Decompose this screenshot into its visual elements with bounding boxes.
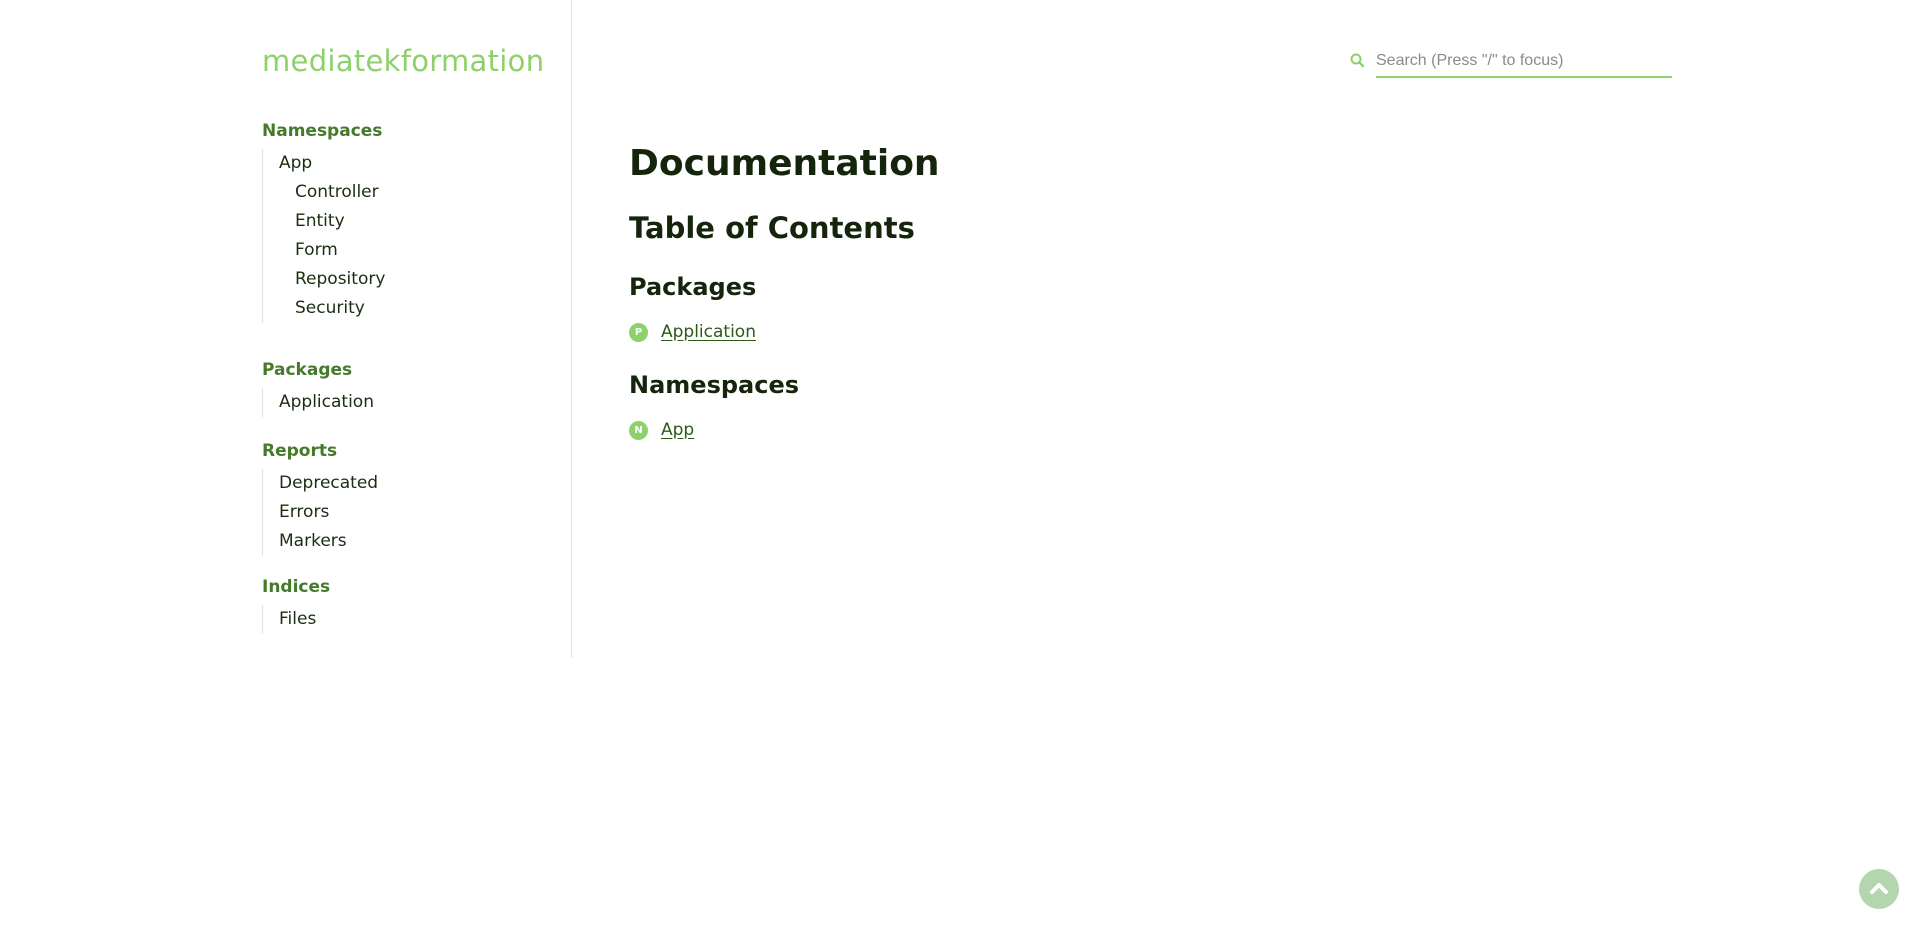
nav-item-controller[interactable]: Controller <box>279 178 562 207</box>
nav-item-errors[interactable]: Errors <box>279 498 562 527</box>
nav-group-reports: Reports Deprecated Errors Markers <box>262 441 562 556</box>
nav-group-indices: Indices Files <box>262 577 562 634</box>
search-input[interactable] <box>1376 46 1672 78</box>
package-entry: P Application <box>629 321 756 343</box>
back-to-top-button[interactable] <box>1859 869 1899 909</box>
package-list: Application <box>262 388 562 417</box>
toc-title: Table of Contents <box>629 211 915 245</box>
package-link-application[interactable]: Application <box>661 322 756 342</box>
namespaces-heading: Namespaces <box>629 371 800 399</box>
namespace-list: App Controller Entity Form Repository Se… <box>262 149 562 323</box>
packages-heading: Packages <box>629 273 757 301</box>
chevron-up-icon <box>1870 883 1888 894</box>
search-bar <box>1348 46 1674 80</box>
sidebar: mediatekformation Namespaces App Control… <box>262 0 572 658</box>
nav-item-markers[interactable]: Markers <box>279 527 562 556</box>
nav-group-namespaces: Namespaces App Controller Entity Form Re… <box>262 121 562 323</box>
index-list: Files <box>262 605 562 634</box>
nav-heading-indices: Indices <box>262 577 331 597</box>
report-list: Deprecated Errors Markers <box>262 469 562 556</box>
nav-item-form[interactable]: Form <box>279 236 562 265</box>
nav-item-deprecated[interactable]: Deprecated <box>279 469 562 498</box>
nav-item-application[interactable]: Application <box>279 388 562 417</box>
page-title: Documentation <box>629 143 940 184</box>
namespace-badge-icon: N <box>629 420 648 440</box>
search-icon <box>1350 53 1365 68</box>
nav-heading-packages: Packages <box>262 360 353 380</box>
nav-item-entity[interactable]: Entity <box>279 207 562 236</box>
nav-item-repository[interactable]: Repository <box>279 265 562 294</box>
package-badge-icon: P <box>629 322 648 342</box>
nav-heading-namespaces: Namespaces <box>262 121 383 141</box>
nav-item-files[interactable]: Files <box>279 605 562 634</box>
nav-heading-reports: Reports <box>262 441 338 461</box>
namespace-entry: N App <box>629 419 694 441</box>
nav-group-packages: Packages Application <box>262 360 562 417</box>
site-title-link[interactable]: mediatekformation <box>262 44 544 78</box>
nav-item-security[interactable]: Security <box>279 294 562 323</box>
nav-item-app[interactable]: App <box>279 149 562 178</box>
namespace-link-app[interactable]: App <box>661 420 694 440</box>
